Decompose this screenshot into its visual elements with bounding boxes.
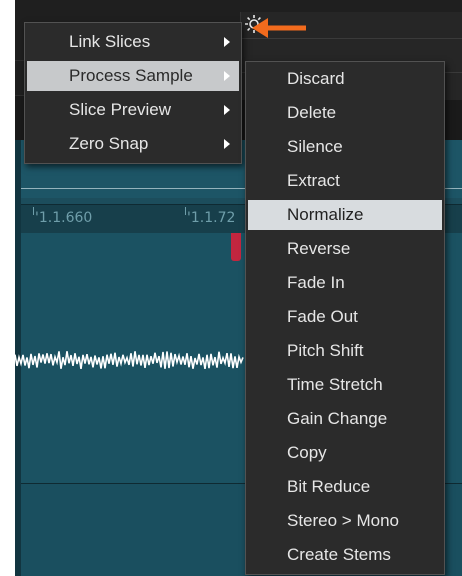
menu-item-process-sample[interactable]: Process Sample [27,61,239,91]
orange-arrow-icon [252,18,306,38]
menu-item-silence[interactable]: Silence [248,132,442,162]
ruler-label: '1.1.72 [187,210,236,226]
menu-item-fade-out[interactable]: Fade Out [248,302,442,332]
menu-item-fade-in[interactable]: Fade In [248,268,442,298]
menu-item-bit-reduce[interactable]: Bit Reduce [248,472,442,502]
menu-item-stereo-to-mono[interactable]: Stereo > Mono [248,506,442,536]
menu-item-reverse[interactable]: Reverse [248,234,442,264]
menu-item-time-stretch[interactable]: Time Stretch [248,370,442,400]
menu-item-create-stems[interactable]: Create Stems [248,540,442,570]
ruler-tick [185,207,186,215]
menu-item-pitch-shift[interactable]: Pitch Shift [248,336,442,366]
context-menu: Link Slices Process Sample Slice Preview… [24,22,242,164]
waveform [15,351,244,370]
menu-item-zero-snap[interactable]: Zero Snap [27,129,239,159]
menu-item-slice-preview[interactable]: Slice Preview [27,95,239,125]
menu-item-gain-change[interactable]: Gain Change [248,404,442,434]
process-sample-submenu: Discard Delete Silence Extract Normalize… [245,61,445,575]
menu-item-extract[interactable]: Extract [248,166,442,196]
menu-item-label: Process Sample [69,66,193,85]
chevron-right-icon [224,37,230,47]
chevron-right-icon [224,105,230,115]
menu-item-copy[interactable]: Copy [248,438,442,468]
ruler-label: '1.1.660 [35,210,93,226]
chevron-right-icon [224,71,230,81]
menu-item-discard[interactable]: Discard [248,64,442,94]
menu-item-label: Zero Snap [69,134,149,153]
menu-item-normalize[interactable]: Normalize [248,200,442,230]
menu-item-label: Slice Preview [69,100,172,119]
slice-marker[interactable] [231,233,241,261]
menu-item-link-slices[interactable]: Link Slices [27,27,239,57]
menu-item-label: Link Slices [69,32,151,51]
ruler-tick [33,207,34,215]
chevron-right-icon [224,139,230,149]
menu-item-delete[interactable]: Delete [248,98,442,128]
